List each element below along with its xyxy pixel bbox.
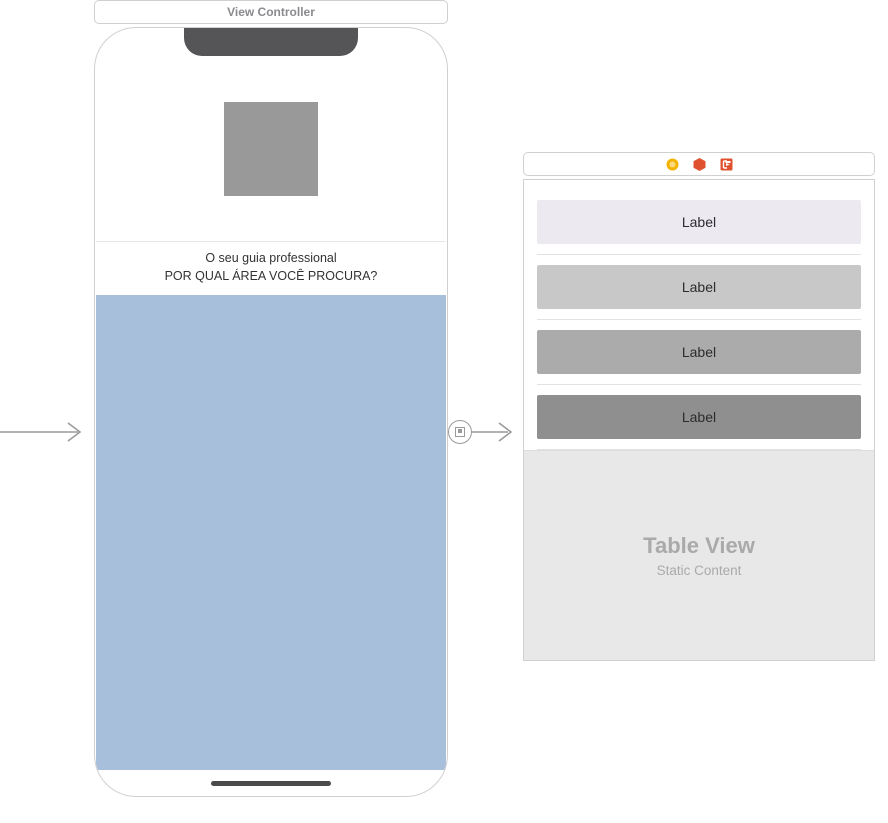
scene-title-bar[interactable]: View Controller (94, 0, 448, 24)
label-container[interactable]: O seu guia professional POR QUAL ÁREA VO… (96, 242, 446, 295)
table-cell[interactable]: Label (537, 265, 861, 309)
first-responder-icon[interactable] (693, 158, 706, 171)
guide-label-1[interactable]: O seu guia professional (104, 250, 438, 268)
device-notch (184, 28, 358, 56)
footer-title: Table View (643, 533, 755, 559)
guide-label-2[interactable]: POR QUAL ÁREA VOCÊ PROCURA? (104, 268, 438, 286)
initial-scene-arrow (0, 420, 92, 444)
table-cell[interactable]: Label (537, 330, 861, 374)
exit-icon[interactable] (720, 158, 733, 171)
root-view[interactable]: O seu guia professional POR QUAL ÁREA VO… (96, 56, 446, 770)
image-view[interactable] (224, 102, 318, 196)
view-controller-icon[interactable] (666, 158, 679, 171)
scene-dock[interactable] (523, 152, 875, 176)
container-view[interactable] (96, 295, 446, 770)
cell-label: Label (682, 344, 716, 360)
table-cell[interactable]: Label (537, 200, 861, 244)
table-cell[interactable]: Label (537, 395, 861, 439)
table-placeholder-footer: Table View Static Content (524, 450, 874, 660)
cell-label: Label (682, 214, 716, 230)
device-frame: O seu guia professional POR QUAL ÁREA VO… (94, 27, 448, 797)
view-controller-scene[interactable]: View Controller O seu guia professional … (94, 0, 448, 797)
cell-label: Label (682, 409, 716, 425)
home-indicator (211, 781, 331, 786)
header-container[interactable] (96, 56, 446, 242)
segue-embed-icon (448, 420, 472, 444)
cell-label: Label (682, 279, 716, 295)
scene-title-label: View Controller (227, 5, 315, 19)
embed-segue[interactable] (448, 412, 522, 452)
table-view-controller-scene[interactable]: Label Label Label Label Table View Stati… (523, 152, 875, 661)
footer-subtitle: Static Content (657, 563, 742, 578)
table-view[interactable]: Label Label Label Label Table View Stati… (523, 179, 875, 661)
